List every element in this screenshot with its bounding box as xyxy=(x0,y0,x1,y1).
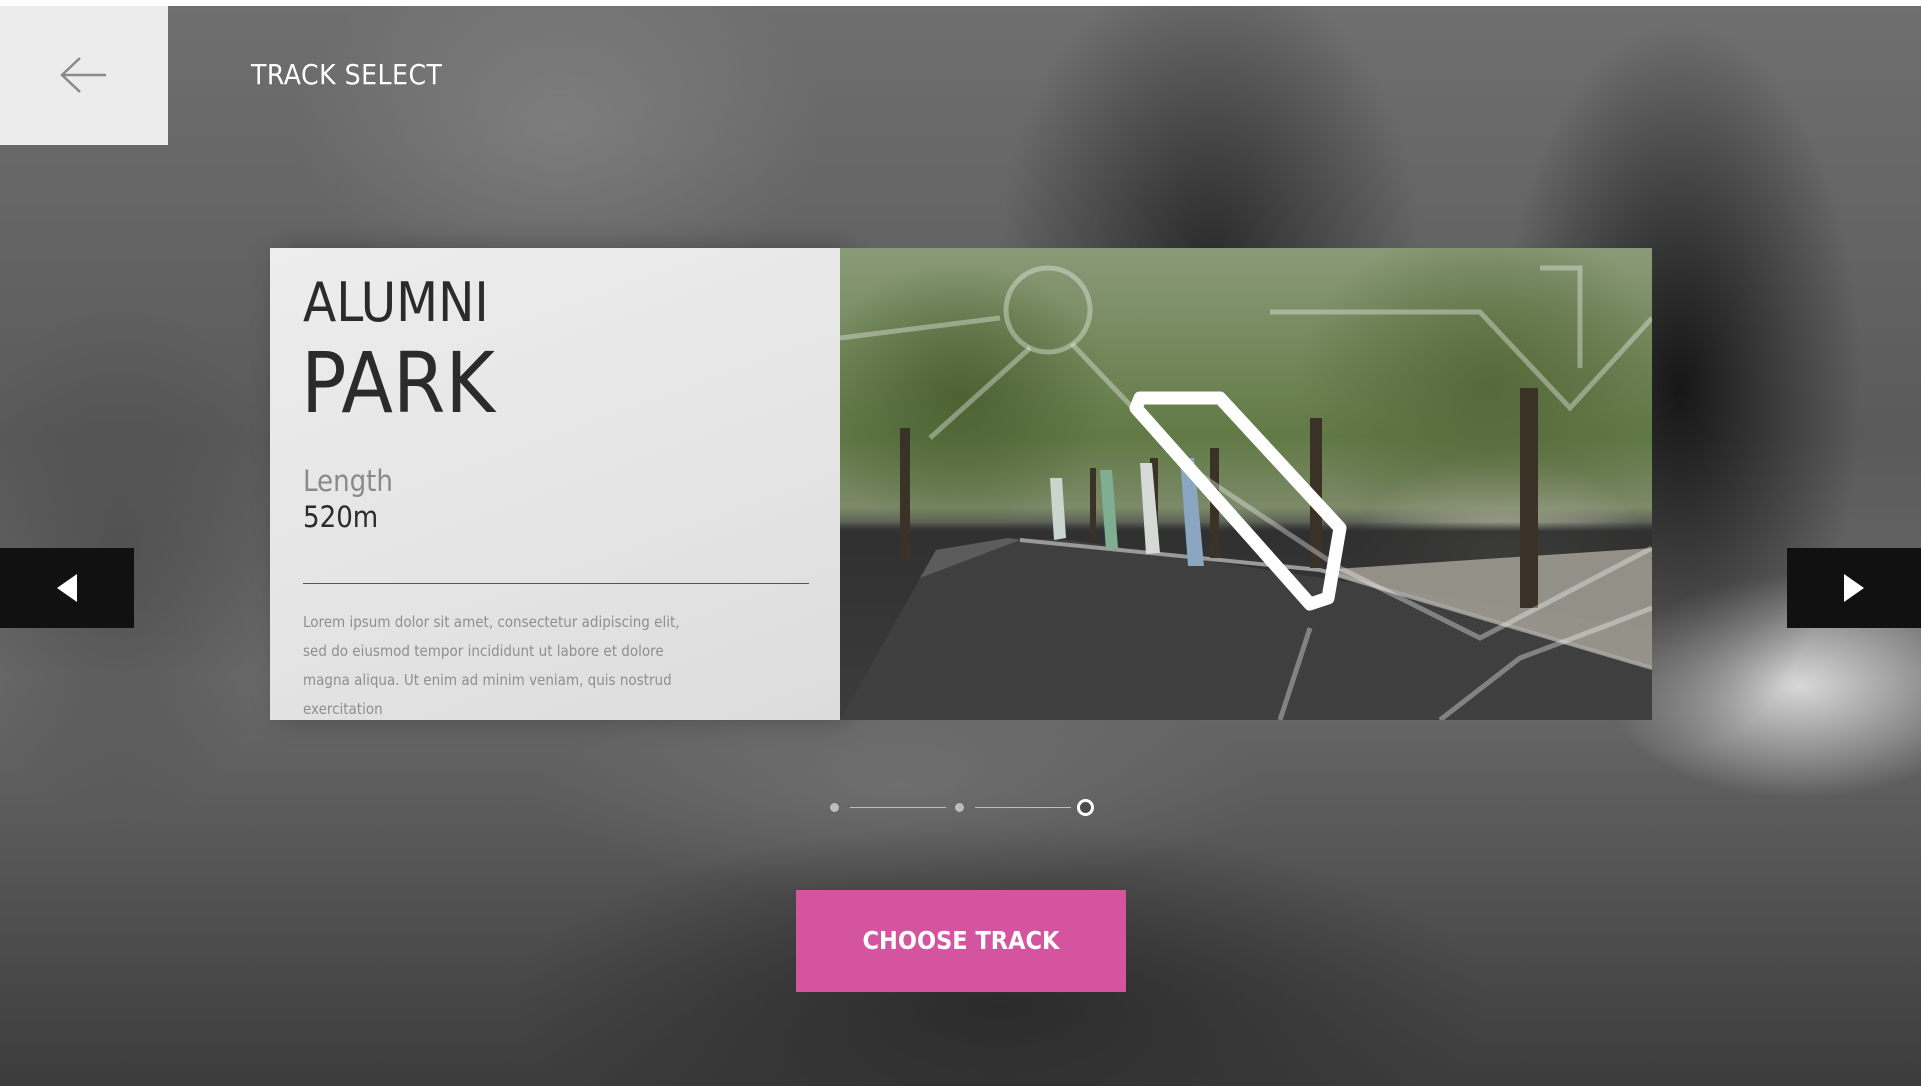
triangle-right-icon xyxy=(1844,574,1864,602)
length-label: Length xyxy=(303,464,393,498)
next-track-button[interactable] xyxy=(1787,548,1921,628)
pager-connector xyxy=(975,807,1071,808)
pager-dot-2[interactable] xyxy=(955,803,964,812)
track-preview-image xyxy=(840,248,1652,720)
pager-connector xyxy=(850,807,946,808)
track-description: Lorem ipsum dolor sit amet, consectetur … xyxy=(303,613,680,718)
park-road-scene xyxy=(840,265,1652,720)
track-select-screen: TRACK SELECT ALUMNI PARK Length 520m Lor… xyxy=(0,6,1921,1086)
divider xyxy=(303,583,809,584)
arrow-left-icon xyxy=(60,57,106,93)
track-name-first-line: ALUMNI xyxy=(303,271,489,334)
track-pager xyxy=(826,798,1098,818)
pager-dot-1[interactable] xyxy=(830,803,839,812)
track-name-second-line: PARK xyxy=(301,334,495,432)
previous-track-button[interactable] xyxy=(0,548,134,628)
length-value: 520m xyxy=(303,500,379,534)
screen-title: TRACK SELECT xyxy=(251,58,443,91)
choose-track-button[interactable]: CHOOSE TRACK xyxy=(796,890,1126,992)
pager-dot-3-active[interactable] xyxy=(1077,799,1094,816)
back-button[interactable] xyxy=(0,6,168,145)
track-info-panel: ALUMNI PARK Length 520m Lorem ipsum dolo… xyxy=(270,248,840,720)
triangle-left-icon xyxy=(57,574,77,602)
